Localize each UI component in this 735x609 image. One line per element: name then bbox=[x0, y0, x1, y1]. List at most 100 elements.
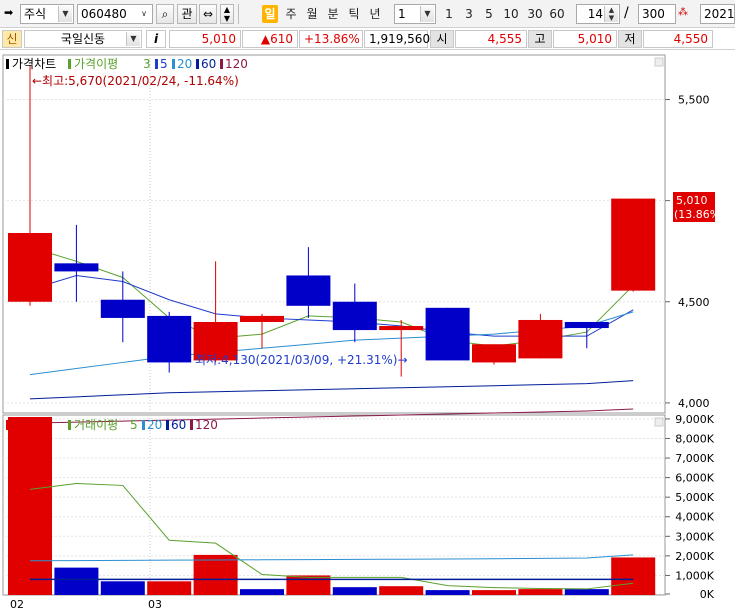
price-tick-label: 5,500 bbox=[678, 93, 710, 106]
view-count-stepper[interactable]: 14 ▲ ▼ bbox=[576, 4, 620, 24]
chevron-down-icon[interactable]: ▼ bbox=[420, 6, 434, 22]
volume-tick-label: 5,000K bbox=[675, 491, 714, 504]
legend-ma120: 120 bbox=[225, 57, 248, 71]
settings-icon[interactable]: ⁂ bbox=[678, 4, 696, 24]
legend-vol-ma20: 20 bbox=[147, 418, 162, 432]
legend-marker bbox=[68, 420, 71, 430]
last-rate-label: (13.86%) bbox=[674, 208, 725, 221]
low-value: 4,550 bbox=[643, 30, 713, 48]
stepper-icon[interactable]: ▲ ▼ bbox=[604, 6, 618, 22]
candle-body bbox=[8, 232, 52, 302]
volume-tick-label: 7,000K bbox=[675, 452, 714, 465]
volume-tick-label: 9,000K bbox=[675, 413, 714, 426]
volume-bar bbox=[611, 557, 656, 595]
divider bbox=[238, 4, 250, 24]
candle-body bbox=[425, 307, 470, 361]
volume-bar bbox=[193, 554, 238, 595]
interval-30[interactable]: 30 bbox=[524, 5, 546, 23]
period-week[interactable]: 주 bbox=[283, 5, 299, 23]
price-ma-title: 가격이평 bbox=[74, 57, 118, 71]
period-day[interactable]: 일 bbox=[262, 5, 278, 23]
legend-vol-ma120: 120 bbox=[195, 418, 218, 432]
open-value: 4,555 bbox=[455, 30, 527, 48]
chevron-down-icon[interactable]: ▼ bbox=[58, 6, 72, 22]
volume-axis: 0K 1,000K 2,000K 3,000K 4,000K 5,000K 6,000K 7,… bbox=[665, 413, 715, 601]
candle-body bbox=[379, 326, 424, 331]
legend-marker bbox=[196, 59, 199, 69]
high-value: 5,010 bbox=[553, 30, 617, 48]
info-button[interactable]: i bbox=[146, 30, 166, 48]
candle-body bbox=[54, 263, 99, 272]
legend-vol-ma60: 60 bbox=[171, 418, 186, 432]
legend-marker bbox=[155, 59, 158, 69]
volume-tick-label: 3,000K bbox=[675, 530, 714, 543]
chart-area[interactable]: 4,0004,5005,0005,500 0K1,000K2,000K3,000… bbox=[0, 52, 735, 609]
chart-svg[interactable]: 4,0004,5005,0005,500 0K1,000K2,000K3,000… bbox=[0, 52, 735, 609]
candle-body bbox=[518, 319, 563, 359]
chevron-down-icon[interactable]: ∨ bbox=[137, 6, 151, 22]
max-price-annotation: ←최고:5,670(2021/02/24, -11.64%) bbox=[32, 74, 239, 88]
legend-marker bbox=[6, 420, 9, 430]
x-label-mar: 03 bbox=[148, 598, 162, 609]
volume-tick-label: 8,000K bbox=[675, 432, 714, 445]
legend-ma20: 20 bbox=[177, 57, 192, 71]
period-tick[interactable]: 틱 bbox=[346, 5, 362, 23]
quote-bar: 신 국일신동 ▼ i 5,010 ▲610 +13.86% 1,919,560 … bbox=[0, 28, 735, 50]
down-arrow-icon: ▼ bbox=[223, 14, 231, 23]
price-tick-label: 4,000 bbox=[678, 397, 710, 410]
open-label: 시 bbox=[430, 30, 454, 48]
interval-select[interactable]: 1 ▼ bbox=[394, 4, 436, 24]
volume-tick-label: 1,000K bbox=[675, 569, 714, 582]
interval-1[interactable]: 1 bbox=[442, 5, 456, 23]
min-price-annotation: 최저:4,130(2021/03/09, +21.31%)→ bbox=[195, 353, 408, 367]
search-button[interactable]: ⌕ bbox=[156, 4, 174, 24]
stock-code-input[interactable]: 060480 ∨ bbox=[77, 4, 153, 24]
link-icon: ⇔ bbox=[202, 7, 214, 21]
chevron-down-icon[interactable]: ▼ bbox=[126, 32, 140, 46]
legend-vol-ma5: 5 bbox=[130, 418, 138, 432]
volume-bar bbox=[332, 587, 377, 595]
panel-close-button[interactable] bbox=[654, 417, 664, 427]
stock-name[interactable]: 국일신동 ▼ bbox=[24, 30, 142, 48]
volume-bar bbox=[240, 589, 284, 595]
legend-marker bbox=[220, 59, 223, 69]
change-value: ▲610 bbox=[242, 30, 298, 48]
favorite-button[interactable]: 관 bbox=[177, 4, 197, 24]
stock-stepper[interactable]: ▲ ▼ bbox=[220, 4, 234, 24]
toolbar: ➡ 주식 ▼ 060480 ∨ ⌕ 관 ⇔ ▲ ▼ 일 주 월 분 틱 년 1 ▼… bbox=[0, 0, 735, 28]
volume-tick-label: 0K bbox=[700, 588, 715, 601]
x-label-feb: 02 bbox=[10, 598, 24, 609]
stock-code-value: 060480 bbox=[81, 7, 127, 21]
volume-bar bbox=[286, 575, 331, 595]
interval-60[interactable]: 60 bbox=[546, 5, 568, 23]
link-button[interactable]: ⇔ bbox=[199, 4, 217, 24]
price-tick-label: 4,500 bbox=[678, 296, 710, 309]
period-month[interactable]: 월 bbox=[304, 5, 320, 23]
market-select[interactable]: 주식 ▼ bbox=[20, 4, 74, 24]
search-icon: ⌕ bbox=[161, 7, 169, 21]
price-title: 가격차트 bbox=[12, 57, 56, 71]
candle-body bbox=[240, 315, 284, 322]
date-input[interactable]: 2021/ bbox=[700, 4, 735, 24]
volume-panel bbox=[2, 414, 666, 596]
interval-3[interactable]: 3 bbox=[462, 5, 476, 23]
legend-marker bbox=[190, 420, 193, 430]
panel-close-button[interactable] bbox=[654, 57, 664, 67]
volume-ma-title: 거래이평 bbox=[74, 418, 118, 432]
interval-10[interactable]: 10 bbox=[500, 5, 522, 23]
candle-body bbox=[147, 315, 192, 363]
menu-arrow-icon[interactable]: ➡ bbox=[4, 4, 18, 24]
legend-marker bbox=[166, 420, 169, 430]
total-count-input[interactable]: 300 bbox=[638, 4, 676, 24]
candle-body bbox=[611, 198, 656, 291]
volume-bar bbox=[147, 581, 192, 595]
change-rate: +13.86% bbox=[299, 30, 363, 48]
volume-tick-label: 4,000K bbox=[675, 511, 714, 524]
period-minute[interactable]: 분 bbox=[325, 5, 341, 23]
period-year[interactable]: 년 bbox=[367, 5, 383, 23]
credit-badge: 신 bbox=[2, 30, 22, 48]
volume-bar bbox=[379, 586, 424, 595]
volume-bar bbox=[8, 417, 52, 595]
legend-marker bbox=[68, 59, 71, 69]
interval-5[interactable]: 5 bbox=[482, 5, 496, 23]
